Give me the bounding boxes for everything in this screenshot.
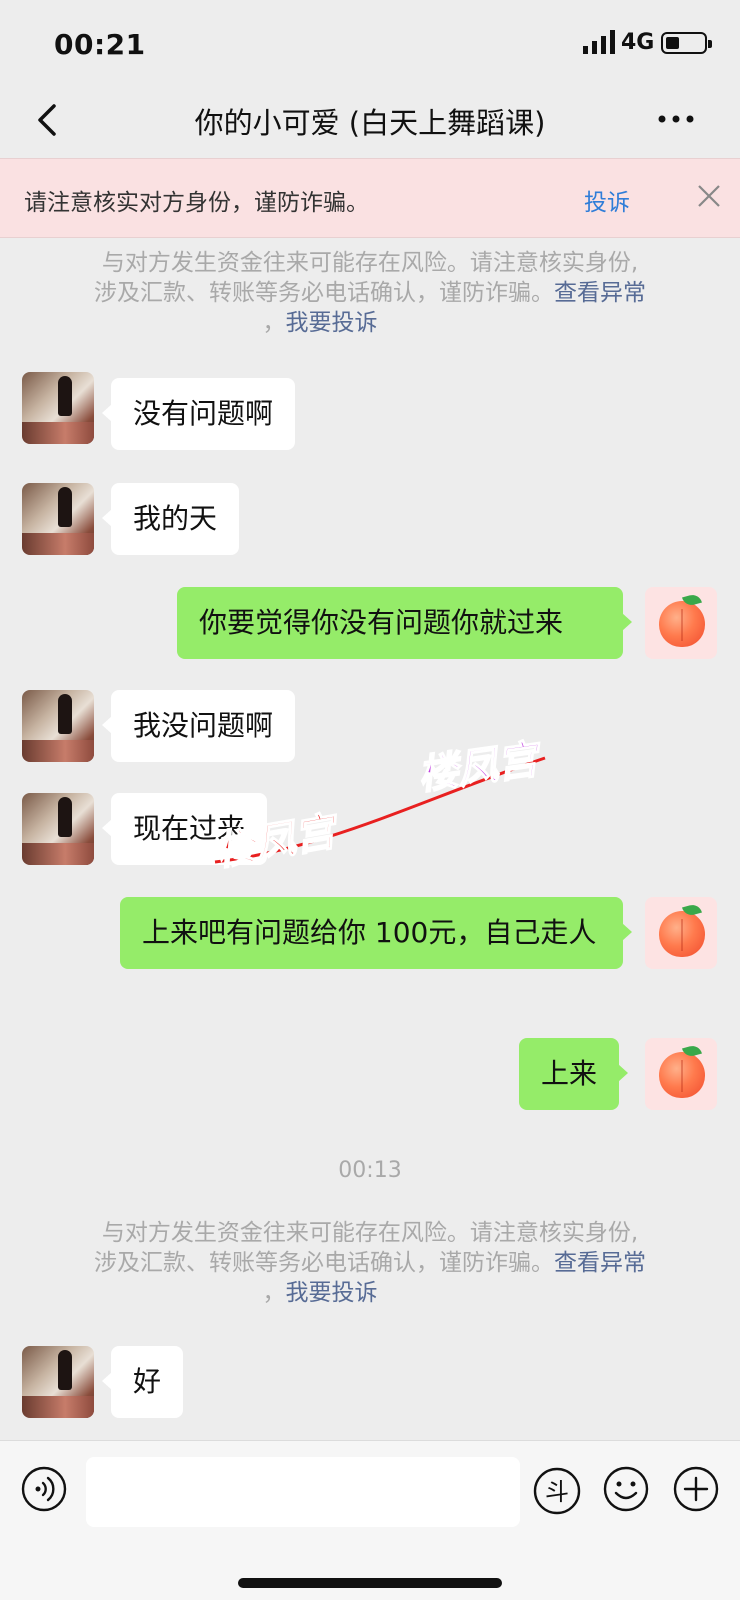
my-avatar[interactable] xyxy=(645,1038,717,1110)
input-bar: 斗 xyxy=(0,1440,740,1600)
dou-button[interactable]: 斗 xyxy=(532,1466,582,1516)
message-bubble[interactable]: 上来吧有问题给你 100元，自己走人 xyxy=(120,897,632,969)
fraud-warning-banner: 请注意核实对方身份，谨防诈骗。 投诉 xyxy=(0,158,740,238)
message-bubble[interactable]: 好 xyxy=(101,1346,184,1418)
report-link[interactable]: 我要投诉 xyxy=(286,1280,378,1306)
contact-avatar[interactable] xyxy=(22,690,94,762)
message-input[interactable] xyxy=(86,1457,520,1527)
status-time: 00:21 xyxy=(54,28,146,61)
my-avatar[interactable] xyxy=(645,587,717,659)
risk-notice-line: 与对方发生资金往来可能存在风险。请注意核实身份, xyxy=(101,250,639,276)
voice-input-icon[interactable] xyxy=(20,1465,68,1513)
contact-avatar[interactable] xyxy=(22,372,94,444)
contact-avatar[interactable] xyxy=(22,793,94,865)
chat-title: 你的小可爱 (白天上舞蹈课) xyxy=(194,106,546,140)
message-bubble[interactable]: 你要觉得你没有问题你就过来 xyxy=(177,587,632,659)
back-chevron-icon[interactable] xyxy=(30,98,70,142)
view-anomaly-link[interactable]: 查看异常 xyxy=(554,1250,646,1276)
battery-icon xyxy=(661,32,712,54)
risk-notice: 与对方发生资金往来可能存在风险。请注意核实身份, 涉及汇款、转账等务必电话确认，… xyxy=(60,248,680,338)
more-options-icon[interactable] xyxy=(656,104,696,134)
complain-link[interactable]: 投诉 xyxy=(584,183,630,217)
watermark-text-top: 楼凤宫 xyxy=(415,736,545,799)
my-avatar[interactable] xyxy=(645,897,717,969)
home-indicator xyxy=(238,1578,502,1588)
cellular-signal-icon xyxy=(583,30,615,54)
risk-notice-line: 涉及汇款、转账等务必电话确认，谨防诈骗。 xyxy=(94,1250,554,1276)
message-bubble[interactable]: 我的天 xyxy=(101,483,240,555)
chat-timestamp: 00:13 xyxy=(338,1158,402,1183)
close-banner-icon[interactable] xyxy=(696,183,722,209)
risk-notice-line: 与对方发生资金往来可能存在风险。请注意核实身份, xyxy=(101,1220,639,1246)
risk-notice-comma: ， xyxy=(262,1280,286,1306)
risk-notice: 与对方发生资金往来可能存在风险。请注意核实身份, 涉及汇款、转账等务必电话确认，… xyxy=(60,1218,680,1308)
svg-text:斗: 斗 xyxy=(545,1478,569,1506)
plus-icon[interactable] xyxy=(672,1465,720,1513)
contact-avatar[interactable] xyxy=(22,483,94,555)
warning-text: 请注意核实对方身份，谨防诈骗。 xyxy=(24,190,369,216)
dou-icon: 斗 xyxy=(533,1467,581,1515)
message-bubble[interactable]: 上来 xyxy=(519,1038,629,1110)
chat-nav-bar: 你的小可爱 (白天上舞蹈课) xyxy=(0,90,740,158)
message-bubble[interactable]: 我没问题啊 xyxy=(101,690,296,762)
network-type: 4G xyxy=(621,30,655,55)
report-link[interactable]: 我要投诉 xyxy=(286,310,378,336)
emoji-icon[interactable] xyxy=(602,1465,650,1513)
view-anomaly-link[interactable]: 查看异常 xyxy=(554,280,646,306)
risk-notice-comma: ， xyxy=(262,310,286,336)
risk-notice-line: 涉及汇款、转账等务必电话确认，谨防诈骗。 xyxy=(94,280,554,306)
message-bubble[interactable]: 没有问题啊 xyxy=(101,378,296,450)
message-bubble[interactable]: 现在过来 xyxy=(101,793,268,865)
contact-avatar[interactable] xyxy=(22,1346,94,1418)
status-bar: 00:21 4G xyxy=(0,0,740,90)
